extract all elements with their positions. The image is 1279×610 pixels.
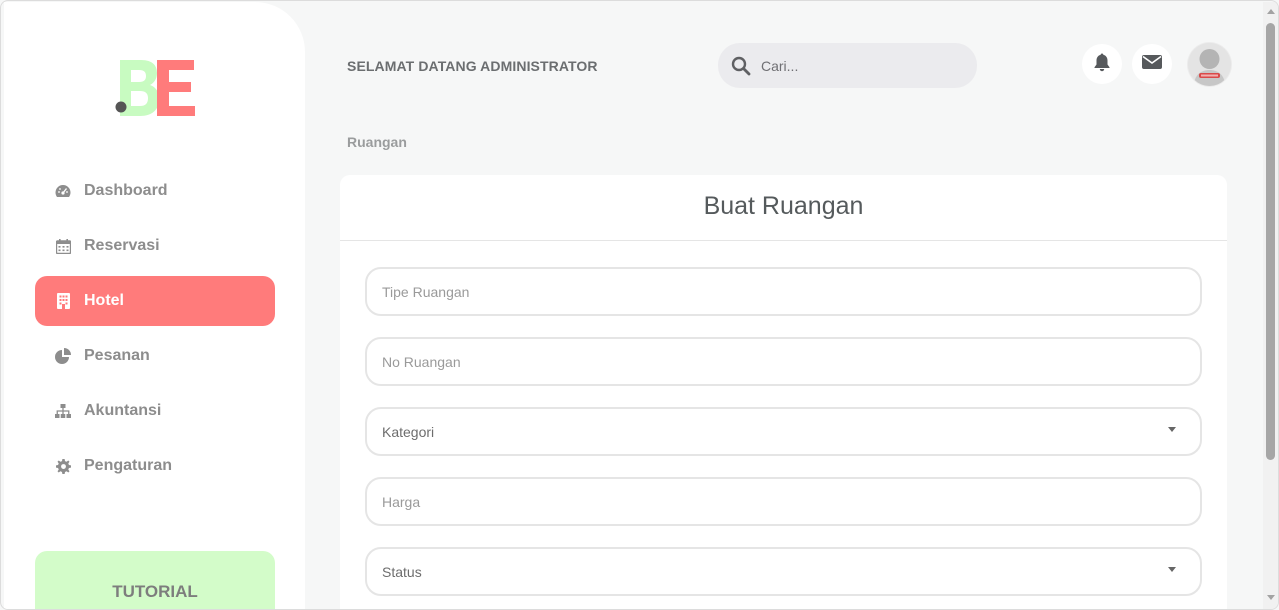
chevron-down-icon <box>1168 567 1176 572</box>
page-scrollbar[interactable] <box>1263 2 1278 609</box>
notifications-button[interactable] <box>1082 44 1122 84</box>
room-number-input[interactable] <box>382 353 1162 370</box>
scrollbar-thumb[interactable] <box>1266 23 1275 460</box>
pie-chart-icon <box>54 347 72 365</box>
app-window: Dashboard Reservasi Hotel Pesanan Akunta <box>0 0 1279 610</box>
sidebar: Dashboard Reservasi Hotel Pesanan Akunta <box>4 2 305 609</box>
brand-logo[interactable] <box>111 58 201 122</box>
messages-button[interactable] <box>1132 44 1172 84</box>
room-type-field[interactable] <box>365 267 1202 316</box>
create-room-card: Buat Ruangan Kategori Status <box>340 175 1227 609</box>
breadcrumb: Ruangan <box>347 134 407 150</box>
category-select[interactable]: Kategori <box>365 407 1202 456</box>
sidebar-item-pesanan[interactable]: Pesanan <box>35 331 275 381</box>
search-icon[interactable] <box>730 55 752 77</box>
sidebar-item-hotel[interactable]: Hotel <box>35 276 275 326</box>
sidebar-item-label: Akuntansi <box>84 402 162 419</box>
building-icon <box>54 292 72 310</box>
sidebar-item-dashboard[interactable]: Dashboard <box>35 166 275 216</box>
sidebar-item-label: Hotel <box>84 292 124 309</box>
price-input[interactable] <box>382 493 1162 510</box>
status-select[interactable]: Status <box>365 547 1202 596</box>
scroll-up-arrow-icon[interactable] <box>1267 9 1275 14</box>
tutorial-button[interactable]: TUTORIAL <box>35 551 275 609</box>
calendar-icon <box>54 237 72 255</box>
dashboard-gauge-icon <box>54 182 72 200</box>
user-avatar[interactable] <box>1188 43 1231 86</box>
welcome-text: SELAMAT DATANG ADMINISTRATOR <box>347 58 598 74</box>
sidebar-item-reservasi[interactable]: Reservasi <box>35 221 275 271</box>
sitemap-icon <box>54 402 72 420</box>
bell-icon <box>1093 52 1111 77</box>
envelope-icon <box>1142 54 1162 75</box>
sidebar-item-akuntansi[interactable]: Akuntansi <box>35 386 275 436</box>
status-select-value: Status <box>382 563 422 580</box>
scroll-down-arrow-icon[interactable] <box>1267 595 1275 600</box>
search-bar[interactable] <box>718 43 977 88</box>
room-type-input[interactable] <box>382 283 1162 300</box>
category-select-value: Kategori <box>382 423 435 440</box>
sidebar-item-label: Pengaturan <box>84 457 173 474</box>
sidebar-item-label: Pesanan <box>84 347 150 364</box>
chevron-down-icon <box>1168 427 1176 432</box>
gear-icon <box>54 457 72 475</box>
card-title: Buat Ruangan <box>340 175 1227 241</box>
sidebar-item-label: Reservasi <box>84 237 160 254</box>
sidebar-item-label: Dashboard <box>84 182 168 199</box>
room-number-field[interactable] <box>365 337 1202 386</box>
price-field[interactable] <box>365 477 1202 526</box>
tutorial-label: TUTORIAL <box>112 582 198 601</box>
search-input[interactable] <box>761 57 951 74</box>
sidebar-item-pengaturan[interactable]: Pengaturan <box>35 441 275 491</box>
